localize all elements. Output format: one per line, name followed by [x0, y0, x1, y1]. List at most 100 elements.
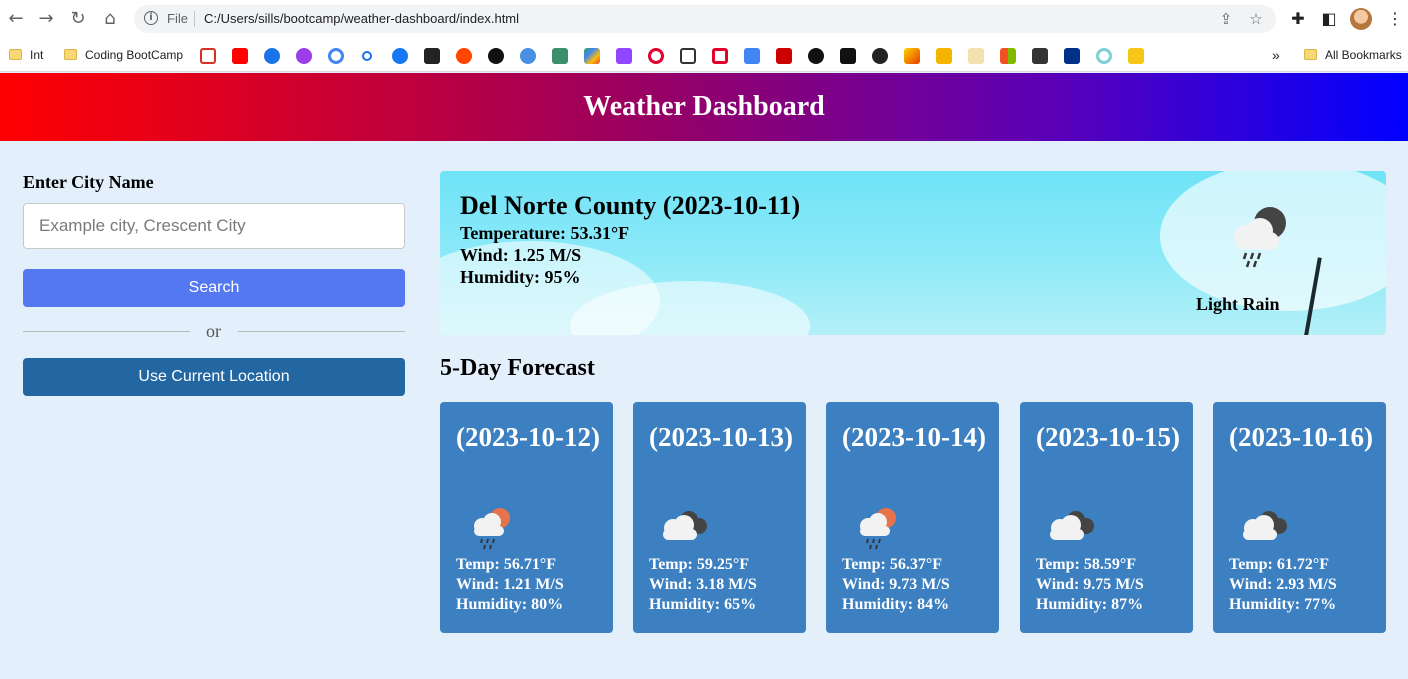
forecast-date: (2023-10-13) — [649, 422, 793, 452]
broken-clouds-icon — [663, 511, 707, 540]
extensions-puzzle-icon[interactable]: ✚ — [1287, 8, 1309, 30]
divider-right — [238, 331, 405, 332]
folder-icon — [64, 49, 77, 60]
divider-left — [23, 331, 190, 332]
bookmark-icon[interactable] — [488, 48, 504, 64]
bookmark-folder-coding-bootcamp[interactable]: Coding BootCamp — [64, 46, 183, 64]
current-weather-description: Light Rain — [1196, 294, 1280, 314]
bookmark-star-icon[interactable]: ☆ — [1246, 9, 1266, 29]
forecast-humidity: Humidity: 84% — [842, 596, 950, 613]
bookmark-label: Int — [30, 48, 44, 62]
forecast-title: 5-Day Forecast — [440, 355, 595, 381]
bookmark-icon[interactable] — [552, 48, 568, 64]
forecast-humidity: Humidity: 80% — [456, 596, 564, 613]
current-temperature: Temperature: 53.31°F — [460, 223, 630, 243]
forecast-date: (2023-10-14) — [842, 422, 986, 452]
paypal-icon[interactable] — [1064, 48, 1080, 64]
microsoft-icon[interactable] — [1000, 48, 1016, 64]
city-search-input[interactable] — [23, 203, 405, 249]
forecast-card: (2023-10-16) Temp: 61.72°F Wind: 2.93 M/… — [1213, 402, 1386, 633]
sun-cloud-rain-icon — [474, 508, 510, 550]
back-arrow-icon[interactable]: ← — [4, 7, 28, 31]
twitch-icon[interactable] — [616, 48, 632, 64]
folder-icon — [9, 49, 22, 60]
extension-u-icon[interactable] — [296, 48, 312, 64]
page-title: Weather Dashboard — [583, 91, 825, 122]
bookmark-icon[interactable] — [1096, 48, 1112, 64]
forward-arrow-icon[interactable]: → — [34, 7, 58, 31]
location-pin-icon[interactable] — [520, 48, 536, 64]
rain-cloud-night-icon — [1234, 207, 1286, 268]
google-icon[interactable] — [328, 48, 344, 64]
reddit-icon[interactable] — [456, 48, 472, 64]
forecast-wind: Wind: 9.73 M/S — [842, 576, 950, 593]
url-scheme-label: File — [167, 11, 188, 26]
forecast-temp: Temp: 58.59°F — [1036, 556, 1137, 573]
menu-kebab-icon[interactable]: ⋮ — [1384, 8, 1406, 30]
search-icon[interactable] — [362, 51, 372, 61]
address-separator — [194, 11, 195, 27]
facebook-icon[interactable] — [392, 48, 408, 64]
profile-avatar[interactable] — [1350, 8, 1372, 30]
forecast-temp: Temp: 61.72°F — [1229, 556, 1330, 573]
forecast-temp: Temp: 59.25°F — [649, 556, 750, 573]
google-translate-icon[interactable] — [744, 48, 760, 64]
forecast-wind: Wind: 3.18 M/S — [649, 576, 757, 593]
play-store-icon[interactable] — [584, 48, 600, 64]
city-input-label: Enter City Name — [23, 172, 154, 192]
forecast-humidity: Humidity: 65% — [649, 596, 757, 613]
more-bookmarks-chevron-icon[interactable]: » — [1272, 46, 1280, 64]
forecast-card: (2023-10-13) Temp: 59.25°F Wind: 3.18 M/… — [633, 402, 806, 633]
all-bookmarks-folder[interactable]: All Bookmarks — [1304, 46, 1402, 64]
forecast-temp: Temp: 56.71°F — [456, 556, 557, 573]
forecast-humidity: Humidity: 87% — [1036, 596, 1144, 613]
bookmark-icon[interactable] — [1032, 48, 1048, 64]
gmail-icon[interactable] — [200, 48, 216, 64]
current-weather-card: Del Norte County (2023-10-11) Temperatur… — [440, 171, 1386, 335]
bookmark-icon[interactable] — [872, 48, 888, 64]
share-icon[interactable]: ⇪ — [1216, 9, 1236, 29]
forecast-temp: Temp: 56.37°F — [842, 556, 943, 573]
url-text[interactable]: C:/Users/sills/bootcamp/weather-dashboar… — [204, 11, 519, 26]
cnn-icon[interactable] — [776, 48, 792, 64]
bookmark-icon[interactable] — [648, 48, 664, 64]
bookmark-icon[interactable] — [424, 48, 440, 64]
side-panel-icon[interactable]: ◧ — [1318, 8, 1340, 30]
bookmark-icon[interactable] — [904, 48, 920, 64]
reload-icon[interactable]: ↻ — [66, 7, 90, 31]
forecast-date: (2023-10-12) — [456, 422, 600, 452]
sun-cloud-rain-icon — [860, 508, 896, 550]
goodreads-icon[interactable] — [968, 48, 984, 64]
forecast-card: (2023-10-12) Temp: 56.71°F Wind: 1.21 M/… — [440, 402, 613, 633]
bookmark-folder-int[interactable]: Int — [9, 46, 43, 64]
broken-clouds-icon — [1243, 511, 1287, 540]
bookmark-icon[interactable] — [936, 48, 952, 64]
current-city-date: Del Norte County (2023-10-11) — [460, 191, 801, 220]
drive-icon[interactable] — [264, 48, 280, 64]
folder-icon — [1304, 49, 1317, 60]
bookmark-icon[interactable] — [712, 48, 728, 64]
bookmark-label: Coding BootCamp — [85, 48, 184, 62]
site-info-icon[interactable]: i — [144, 11, 158, 25]
forecast-wind: Wind: 2.93 M/S — [1229, 576, 1337, 593]
bookmark-label: All Bookmarks — [1325, 48, 1402, 62]
broken-clouds-icon — [1050, 511, 1094, 540]
page-header: Weather Dashboard — [0, 73, 1408, 141]
forecast-humidity: Humidity: 77% — [1229, 596, 1337, 613]
forecast-wind: Wind: 1.21 M/S — [456, 576, 564, 593]
bookmark-icon[interactable] — [680, 48, 696, 64]
home-icon[interactable]: ⌂ — [98, 7, 122, 31]
bookmark-icon[interactable] — [840, 48, 856, 64]
forecast-card: (2023-10-14) Temp: 56.37°F Wind: 9.73 M/… — [826, 402, 999, 633]
address-bar[interactable]: i File C:/Users/sills/bootcamp/weather-d… — [134, 5, 1276, 33]
browser-toolbar: ← → ↻ ⌂ i File C:/Users/sills/bootcamp/w… — [0, 0, 1408, 38]
or-divider-text: or — [206, 321, 221, 341]
bookmark-icon[interactable] — [808, 48, 824, 64]
star-icon[interactable] — [1128, 48, 1144, 64]
search-button[interactable]: Search — [23, 269, 405, 307]
current-wind: Wind: 1.25 M/S — [460, 245, 582, 265]
forecast-date: (2023-10-16) — [1229, 422, 1373, 452]
youtube-icon[interactable] — [232, 48, 248, 64]
forecast-date: (2023-10-15) — [1036, 422, 1180, 452]
use-current-location-button[interactable]: Use Current Location — [23, 358, 405, 396]
